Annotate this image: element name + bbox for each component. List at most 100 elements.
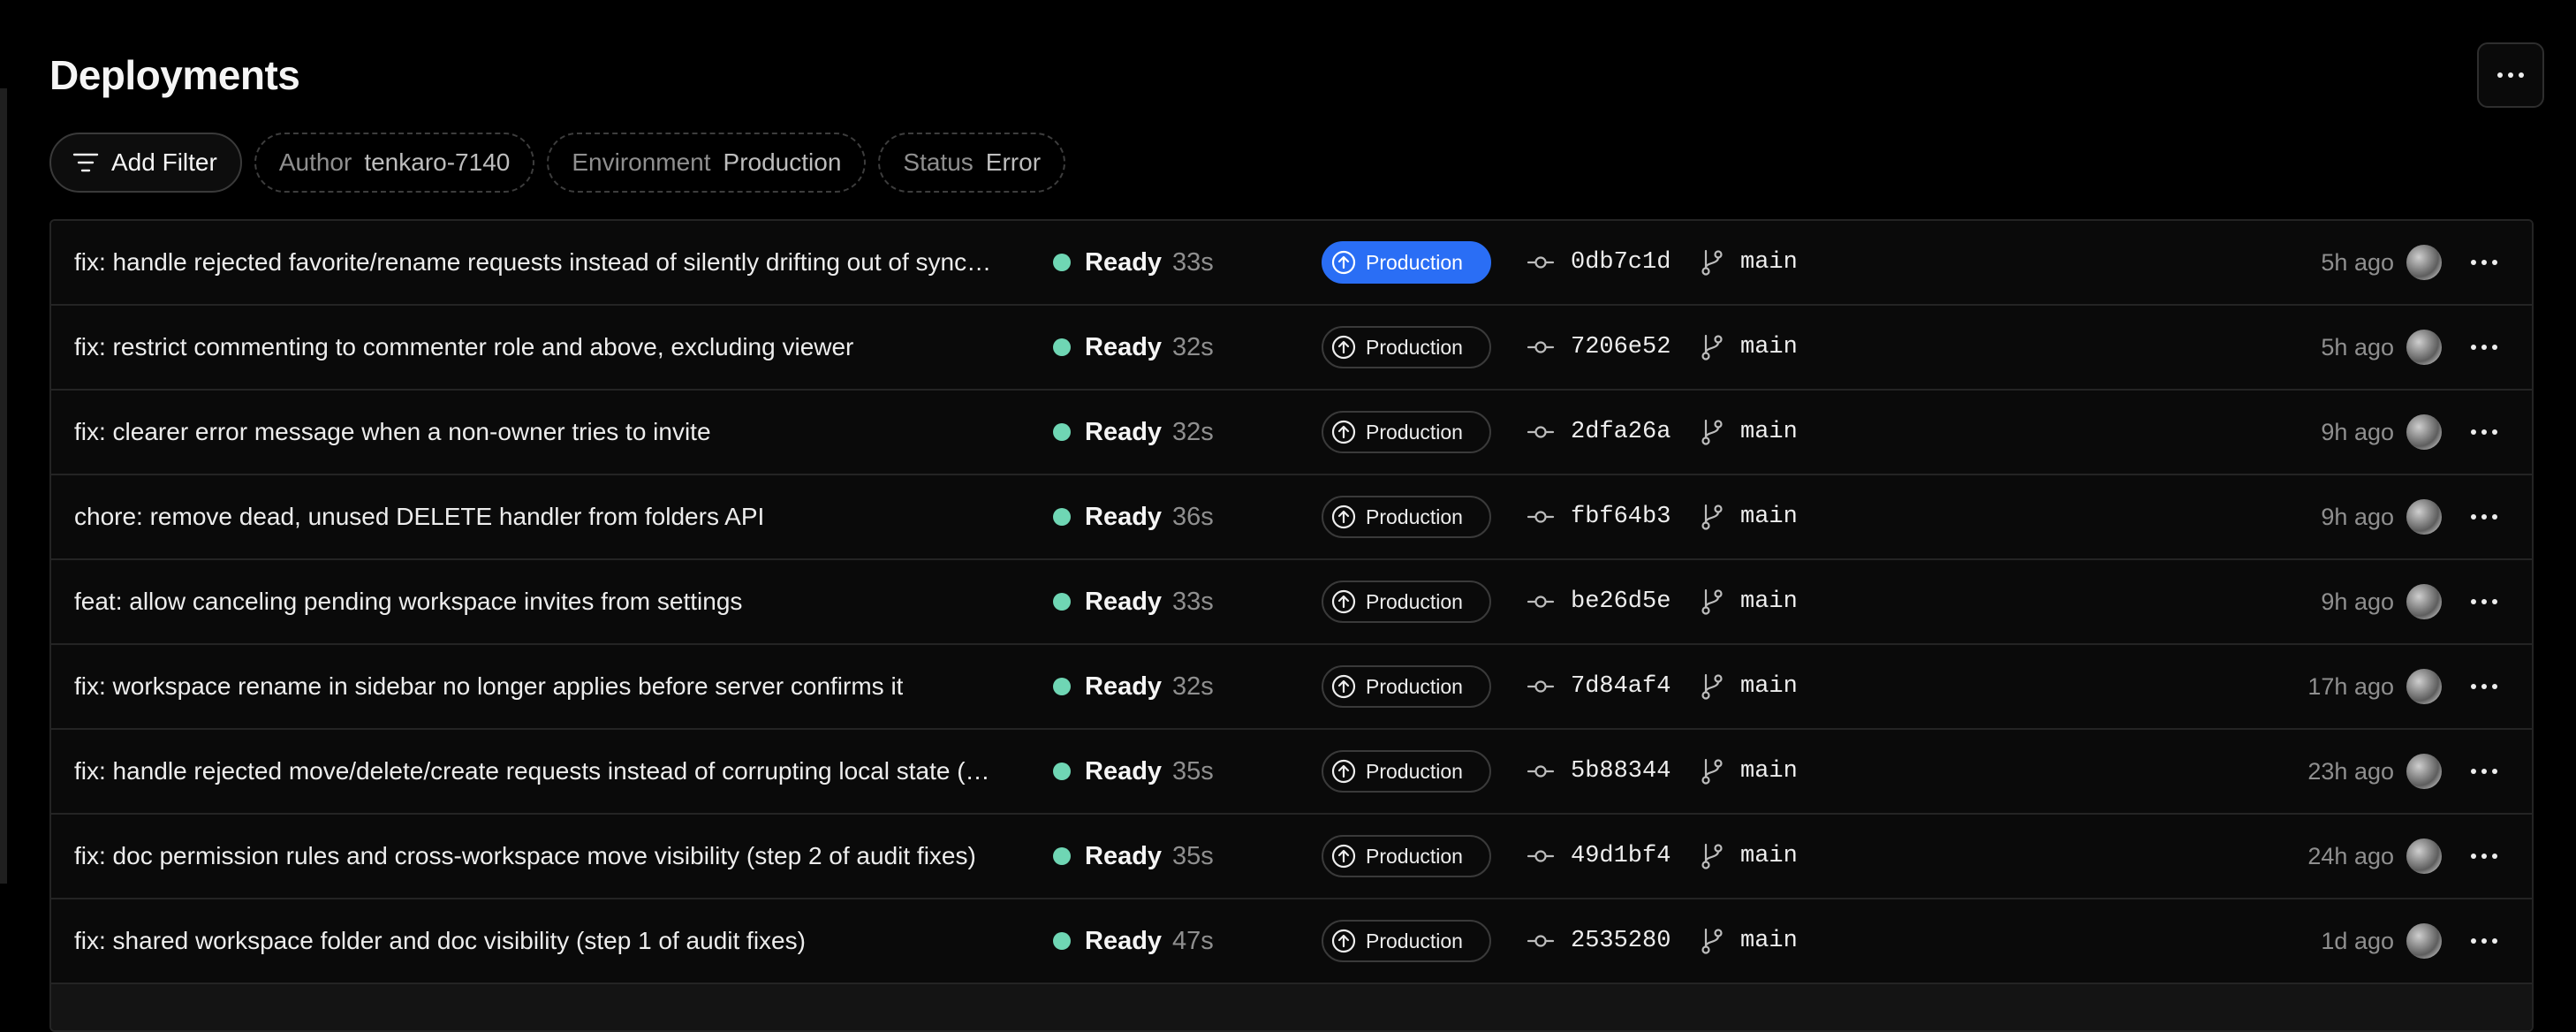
environment-badge[interactable]: Production xyxy=(1322,496,1491,538)
commit-message[interactable]: fix: handle rejected favorite/rename req… xyxy=(74,221,1072,304)
row-more-button[interactable] xyxy=(2466,560,2502,643)
commit-message[interactable]: fix: workspace rename in sidebar no long… xyxy=(74,645,1072,728)
commit-message[interactable]: fix: shared workspace folder and doc vis… xyxy=(74,899,1072,983)
environment-badge[interactable]: Production xyxy=(1322,835,1491,877)
branch-link[interactable]: main xyxy=(1698,730,1798,813)
environment-badge[interactable]: Production xyxy=(1322,411,1491,453)
commit-hash[interactable]: 2535280 xyxy=(1527,899,1671,983)
avatar[interactable] xyxy=(2406,838,2442,874)
environment-label: Production xyxy=(1366,420,1463,444)
more-icon xyxy=(2471,684,2497,689)
environment-badge[interactable]: Production xyxy=(1322,665,1491,708)
deployment-row[interactable]: fix: doc permission rules and cross-work… xyxy=(51,815,2532,899)
environment-badge[interactable]: Production xyxy=(1322,241,1491,284)
add-filter-button[interactable]: Add Filter xyxy=(49,133,242,193)
branch-name: main xyxy=(1740,758,1798,785)
avatar[interactable] xyxy=(2406,584,2442,619)
deployment-row[interactable]: fix: shared workspace folder and doc vis… xyxy=(51,899,2532,984)
deployment-row[interactable]: fix: restrict commenting to commenter ro… xyxy=(51,306,2532,391)
git-commit-icon xyxy=(1527,426,1555,438)
avatar[interactable] xyxy=(2406,330,2442,365)
build-duration: 35s xyxy=(1172,756,1214,785)
branch-link[interactable]: main xyxy=(1698,645,1798,728)
build-duration: 32s xyxy=(1172,332,1214,361)
commit-message[interactable]: fix: clearer error message when a non-ow… xyxy=(74,391,1072,474)
commit-message[interactable]: fix: handle rejected move/delete/create … xyxy=(74,730,1072,813)
branch-link[interactable]: main xyxy=(1698,560,1798,643)
deployment-status: Ready 36s xyxy=(1053,475,1214,558)
avatar[interactable] xyxy=(2406,499,2442,535)
deployment-row-partial[interactable] xyxy=(51,984,2532,1030)
filter-key: Author xyxy=(278,148,352,176)
commit-hash[interactable]: 7d84af4 xyxy=(1527,645,1671,728)
status-label: Ready xyxy=(1085,417,1163,446)
commit-hash[interactable]: 7206e52 xyxy=(1527,306,1671,389)
environment-badge[interactable]: Production xyxy=(1322,580,1491,623)
deploy-time: 5h ago xyxy=(2321,248,2394,276)
filter-chip-author[interactable]: Author tenkaro-7140 xyxy=(254,133,535,193)
status-dot-icon xyxy=(1053,763,1071,780)
avatar[interactable] xyxy=(2406,669,2442,704)
branch-link[interactable]: main xyxy=(1698,899,1798,983)
filter-chip-environment[interactable]: Environment Production xyxy=(547,133,867,193)
window-edge xyxy=(0,88,7,884)
commit-hash[interactable]: 5b88344 xyxy=(1527,730,1671,813)
row-more-button[interactable] xyxy=(2466,221,2502,304)
environment-badge[interactable]: Production xyxy=(1322,750,1491,793)
more-icon xyxy=(2471,769,2497,774)
status-dot-icon xyxy=(1053,932,1071,950)
deployment-status: Ready 33s xyxy=(1053,221,1214,304)
avatar[interactable] xyxy=(2406,245,2442,280)
row-more-button[interactable] xyxy=(2466,815,2502,898)
build-duration: 33s xyxy=(1172,587,1214,616)
commit-hash[interactable]: 2dfa26a xyxy=(1527,391,1671,474)
status-label: Ready xyxy=(1085,672,1163,701)
branch-link[interactable]: main xyxy=(1698,306,1798,389)
branch-link[interactable]: main xyxy=(1698,221,1798,304)
deploy-time: 9h ago xyxy=(2321,418,2394,445)
commit-hash[interactable]: 0db7c1d xyxy=(1527,221,1671,304)
commit-message[interactable]: fix: restrict commenting to commenter ro… xyxy=(74,306,1072,389)
commit-message[interactable]: feat: allow canceling pending workspace … xyxy=(74,560,1072,643)
environment-label: Production xyxy=(1366,929,1463,952)
arrow-up-circle-icon xyxy=(1331,505,1356,529)
status-dot-icon xyxy=(1053,678,1071,695)
environment-badge[interactable]: Production xyxy=(1322,326,1491,368)
page-more-button[interactable] xyxy=(2477,42,2544,108)
status-dot-icon xyxy=(1053,593,1071,611)
deployment-row[interactable]: fix: clearer error message when a non-ow… xyxy=(51,391,2532,475)
arrow-up-circle-icon xyxy=(1331,250,1356,275)
row-more-button[interactable] xyxy=(2466,730,2502,813)
git-branch-icon xyxy=(1701,843,1723,869)
branch-link[interactable]: main xyxy=(1698,475,1798,558)
row-more-button[interactable] xyxy=(2466,391,2502,474)
commit-message[interactable]: chore: remove dead, unused DELETE handle… xyxy=(74,475,1072,558)
environment-badge[interactable]: Production xyxy=(1322,920,1491,962)
row-more-button[interactable] xyxy=(2466,899,2502,983)
deployment-row[interactable]: fix: handle rejected favorite/rename req… xyxy=(51,221,2532,306)
more-icon xyxy=(2471,599,2497,604)
filter-chip-status[interactable]: Status Error xyxy=(878,133,1066,193)
filter-key: Status xyxy=(903,148,974,176)
deployment-row[interactable]: feat: allow canceling pending workspace … xyxy=(51,560,2532,645)
row-more-button[interactable] xyxy=(2466,306,2502,389)
deployment-row[interactable]: fix: handle rejected move/delete/create … xyxy=(51,730,2532,815)
commit-message[interactable]: fix: doc permission rules and cross-work… xyxy=(74,815,1072,898)
avatar[interactable] xyxy=(2406,414,2442,450)
commit-hash[interactable]: fbf64b3 xyxy=(1527,475,1671,558)
avatar[interactable] xyxy=(2406,754,2442,789)
branch-link[interactable]: main xyxy=(1698,815,1798,898)
commit-hash[interactable]: be26d5e xyxy=(1527,560,1671,643)
deployment-row[interactable]: chore: remove dead, unused DELETE handle… xyxy=(51,475,2532,560)
branch-name: main xyxy=(1740,928,1798,954)
deployment-status: Ready 32s xyxy=(1053,391,1214,474)
branch-link[interactable]: main xyxy=(1698,391,1798,474)
environment-label: Production xyxy=(1366,844,1463,868)
row-more-button[interactable] xyxy=(2466,475,2502,558)
commit-sha: fbf64b3 xyxy=(1571,504,1671,530)
row-more-button[interactable] xyxy=(2466,645,2502,728)
commit-hash[interactable]: 49d1bf4 xyxy=(1527,815,1671,898)
commit-sha: 7206e52 xyxy=(1571,334,1671,360)
avatar[interactable] xyxy=(2406,923,2442,959)
deployment-row[interactable]: fix: workspace rename in sidebar no long… xyxy=(51,645,2532,730)
